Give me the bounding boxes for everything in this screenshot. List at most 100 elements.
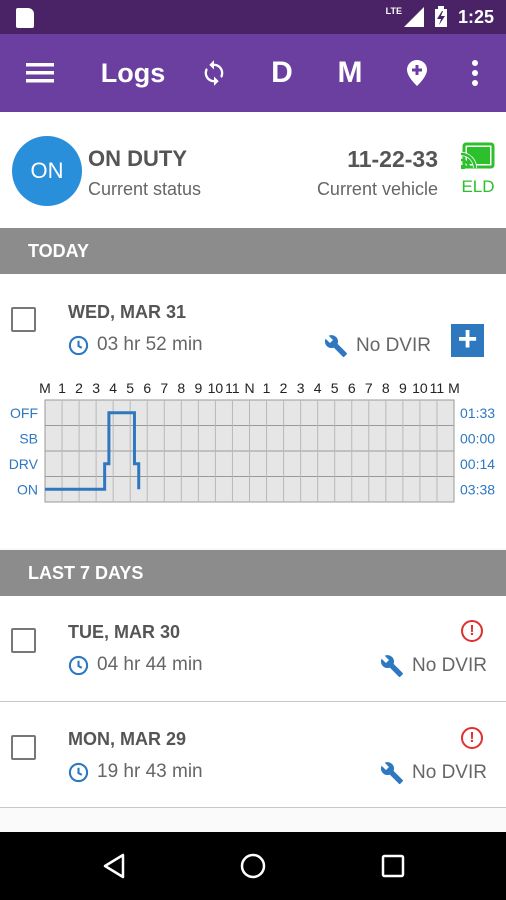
- status-total-label: 01:33: [460, 405, 495, 421]
- month-view-button[interactable]: M: [328, 34, 372, 112]
- log-row[interactable]: [0, 596, 506, 702]
- duty-status-button[interactable]: ON: [12, 136, 82, 206]
- hour-tick-label: 2: [75, 380, 83, 396]
- eld-label: ELD: [461, 177, 495, 196]
- log-row-duration-text: 04 hr 44 min: [97, 654, 203, 675]
- page-title: Logs: [100, 57, 166, 88]
- wrench-icon: [324, 335, 347, 357]
- hour-tick-label: 1: [263, 380, 271, 396]
- status-total-label: 00:14: [460, 456, 495, 472]
- recents-square-icon: [381, 854, 405, 878]
- hour-tick-label: 10: [412, 380, 428, 396]
- back-button[interactable]: [94, 846, 134, 886]
- sd-card-icon: [16, 8, 34, 28]
- home-button[interactable]: [233, 846, 273, 886]
- violation-alert-icon[interactable]: !: [461, 727, 483, 749]
- eld-connection[interactable]: ELD: [458, 142, 498, 197]
- hour-tick-label: 8: [177, 380, 185, 396]
- log-row-duration-text: 19 hr 43 min: [97, 761, 203, 782]
- hour-tick-label: 5: [331, 380, 339, 396]
- hour-tick-label: 4: [314, 380, 322, 396]
- location-button[interactable]: [400, 34, 434, 112]
- hour-tick-label: 6: [143, 380, 151, 396]
- violation-alert-icon[interactable]: !: [461, 620, 483, 642]
- hour-tick-label: 3: [92, 380, 100, 396]
- today-date: WED, MAR 31: [68, 302, 187, 322]
- hour-tick-label: 1: [58, 380, 66, 396]
- duty-status-caption: Current status: [88, 179, 202, 199]
- vehicle-number[interactable]: 11-22-33: [347, 146, 438, 173]
- hour-tick-label: 7: [365, 380, 373, 396]
- log-row-duration: 04 hr 44 min: [68, 654, 203, 676]
- clock-icon: [68, 762, 89, 782]
- duty-status-text: ON DUTY: [88, 146, 187, 171]
- back-triangle-icon: [103, 853, 125, 879]
- today-duration: 03 hr 52 min: [68, 334, 203, 356]
- clock: 1:25: [457, 6, 494, 27]
- status-total-label: 03:38: [460, 481, 495, 497]
- log-row-dvir-text: No DVIR: [412, 762, 487, 783]
- log-row-checkbox[interactable]: [11, 735, 36, 760]
- wrench-icon: [380, 762, 403, 784]
- hour-tick-label: 2: [280, 380, 288, 396]
- hour-tick-label: 11: [225, 380, 240, 396]
- signal-icon: [403, 7, 424, 27]
- status-bar: LTE 1:25: [0, 0, 506, 34]
- log-row-dvir[interactable]: No DVIR: [380, 761, 487, 785]
- log-row-date: TUE, MAR 30: [68, 622, 181, 642]
- sync-icon: [204, 60, 224, 86]
- hour-tick-label: 7: [160, 380, 168, 396]
- duty-status-graph[interactable]: M 1 2 3 4 5 6 7 8 9 10 11 N 1 2 3 4 5 6 7 8 9 10 11 M OFF SB DRV ON 0…: [0, 372, 506, 532]
- duty-graph-svg: M 1 2 3 4 5 6 7 8 9 10 11 N 1 2 3 4 5 6 7 8 9 10 11 MOFFSBDRVON0…: [9, 380, 495, 503]
- row-divider: [0, 807, 506, 808]
- hour-tick-label: 8: [382, 380, 390, 396]
- hour-tick-label: 3: [297, 380, 305, 396]
- hour-tick-label: 4: [109, 380, 117, 396]
- log-row-dvir[interactable]: No DVIR: [380, 654, 487, 678]
- log-row-date: MON, MAR 29: [68, 729, 187, 749]
- log-row-dvir-text: No DVIR: [412, 655, 487, 676]
- menu-button[interactable]: [18, 34, 62, 112]
- hour-tick-label: N: [244, 380, 254, 396]
- hour-tick-label: 11: [430, 380, 445, 396]
- recents-button[interactable]: [373, 846, 413, 886]
- cast-connected-icon: [460, 142, 495, 169]
- log-row-duration: 19 hr 43 min: [68, 761, 203, 783]
- log-row[interactable]: [0, 702, 506, 808]
- today-duration-text: 03 hr 52 min: [97, 334, 203, 355]
- hour-tick-label: 9: [399, 380, 407, 396]
- more-vert-icon: [472, 60, 478, 86]
- section-header-last-7-days: LAST 7 DAYS: [0, 550, 506, 596]
- hour-tick-label: 9: [194, 380, 202, 396]
- day-view-button[interactable]: D: [262, 34, 302, 112]
- hour-tick-label: M: [448, 380, 460, 396]
- sync-button[interactable]: [194, 34, 234, 112]
- vehicle-caption: Current vehicle: [316, 179, 438, 199]
- status-row-label: DRV: [9, 456, 39, 472]
- clock-icon: [68, 655, 89, 675]
- hour-tick-label: 5: [126, 380, 134, 396]
- status-total-label: 00:00: [460, 430, 495, 446]
- hour-tick-label: M: [39, 380, 51, 396]
- location-pin-icon: [407, 60, 427, 86]
- add-log-button[interactable]: +: [451, 322, 484, 357]
- more-options-button[interactable]: [462, 34, 488, 112]
- home-circle-icon: [240, 853, 266, 879]
- status-row-label: ON: [17, 481, 38, 497]
- today-select-checkbox[interactable]: [11, 307, 36, 332]
- battery-charging-icon: [434, 6, 447, 27]
- network-type: LTE: [385, 6, 402, 16]
- today-dvir[interactable]: No DVIR: [324, 334, 431, 358]
- today-dvir-text: No DVIR: [356, 335, 431, 356]
- app-bar: Logs D M: [0, 34, 506, 112]
- system-nav-bar: [0, 832, 506, 900]
- log-row-checkbox[interactable]: [11, 628, 36, 653]
- hour-tick-label: 6: [348, 380, 356, 396]
- clock-icon: [68, 335, 89, 355]
- hamburger-menu-icon: [26, 63, 54, 83]
- current-status-panel: ON ON DUTY Current status 11-22-33 Curre…: [0, 112, 506, 228]
- wrench-icon: [380, 655, 403, 677]
- section-header-today: TODAY: [0, 228, 506, 274]
- status-row-label: SB: [19, 430, 38, 446]
- status-row-label: OFF: [10, 405, 38, 421]
